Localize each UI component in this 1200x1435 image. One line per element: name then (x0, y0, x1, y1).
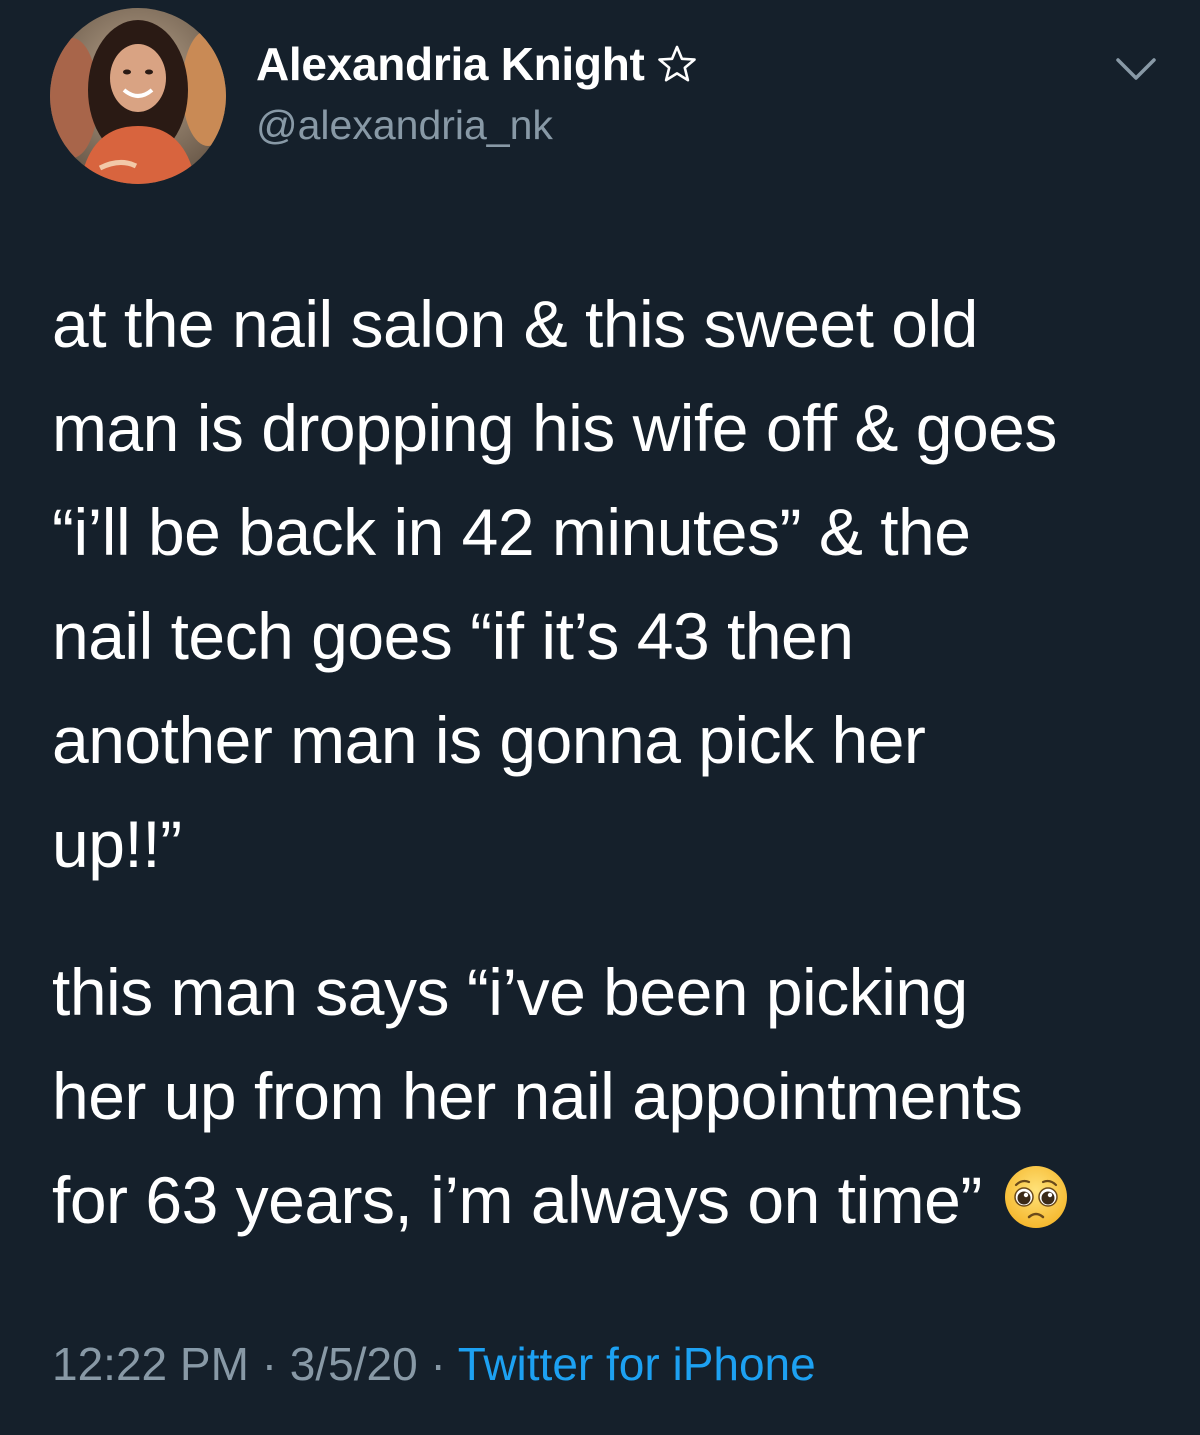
tweet-text-line: “i’ll be back in 42 minutes” & the (52, 495, 971, 569)
author-display-name[interactable]: Alexandria Knight (256, 36, 645, 92)
tweet-text: at the nail salon & this sweet old man i… (52, 272, 1162, 1252)
chevron-down-icon[interactable] (1112, 52, 1160, 84)
star-outline-icon (657, 45, 696, 82)
tweet-meta: 12:22 PM · 3/5/20 · Twitter for iPhone (52, 1334, 816, 1394)
tweet-time[interactable]: 12:22 PM (52, 1338, 249, 1390)
tweet-text-line: her up from her nail appointments (52, 1059, 1023, 1133)
meta-separator: · (430, 1338, 446, 1390)
tweet-source-link[interactable]: Twitter for iPhone (458, 1338, 816, 1390)
author-handle[interactable]: @alexandria_nk (256, 100, 553, 150)
tweet-text-line: nail tech goes “if it’s 43 then (52, 599, 854, 673)
tweet-text-line: at the nail salon & this sweet old (52, 287, 978, 361)
meta-separator: · (261, 1338, 278, 1390)
tweet-date[interactable]: 3/5/20 (290, 1338, 418, 1390)
tweet-text-line: another man is gonna pick her (52, 703, 926, 777)
tweet-text-line: for 63 years, i’m always on time” (52, 1163, 982, 1237)
avatar[interactable] (50, 8, 226, 184)
tweet: Alexandria Knight @alexandria_nk at the … (0, 0, 1200, 1435)
tweet-text-line: this man says “i’ve been picking (52, 955, 968, 1029)
author-name-row: Alexandria Knight (256, 36, 697, 92)
tweet-text-line: up!!” (52, 807, 182, 881)
tweet-text-last-line: for 63 years, i’m always on time” (52, 1148, 1162, 1252)
tweet-text-line: man is dropping his wife off & goes (52, 391, 1057, 465)
pleading-face-emoji (1004, 1166, 1067, 1228)
